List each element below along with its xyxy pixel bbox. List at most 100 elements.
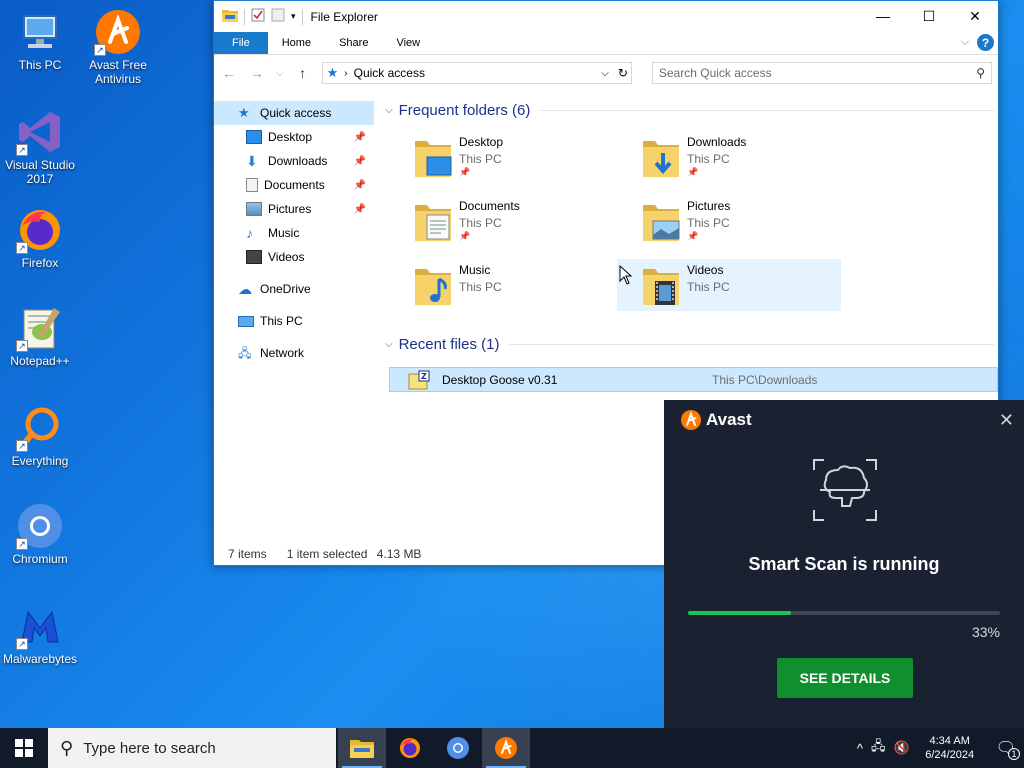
desktop-icon-label: This PC [18,58,62,72]
back-arrow-icon[interactable]: ← [220,65,238,81]
start-button[interactable] [0,728,48,768]
folder-name: Videos [687,263,724,277]
new-folder-icon[interactable] [271,8,285,25]
folder-tile-pictures[interactable]: Pictures This PC 📌 [637,195,861,247]
desktop-icon-visual-studio[interactable]: ↗ Visual Studio 2017 [0,108,80,186]
onedrive-cloud-icon: ☁ [238,281,252,297]
system-tray: ^ 🖧 🔇 4:34 AM 6/24/2024 🗨 1 [857,728,1024,768]
firefox-icon [400,738,420,758]
pin-icon: 📌 [687,231,699,241]
nav-item-documents[interactable]: Documents 📌 [214,173,374,197]
avast-logo-icon [681,410,701,430]
folder-tile-videos[interactable]: Videos This PC [617,259,841,311]
tab-home[interactable]: Home [268,32,325,54]
desktop-icon-firefox[interactable]: ↗ Firefox [0,206,80,270]
search-box[interactable]: Search Quick access ⚲ [651,62,992,84]
nav-item-videos[interactable]: Videos [214,245,374,269]
customize-toolbar-chevron-icon[interactable]: ▾ [291,11,296,22]
pin-icon: 📌 [353,131,366,143]
search-icon: ⚲ [976,66,985,80]
taskbar-avast[interactable] [482,728,530,768]
desktop-icon-everything[interactable]: ↗ Everything [0,404,80,468]
folder-name: Documents [459,199,520,213]
close-icon[interactable]: ✕ [999,410,1014,431]
collapse-chevron-icon[interactable]: ⌵ [385,105,393,116]
taskbar-search-input[interactable]: Type here to search [83,740,216,757]
tab-view[interactable]: View [382,32,434,54]
folder-tile-downloads[interactable]: Downloads This PC 📌 [637,131,861,183]
nav-item-downloads[interactable]: ⬇ Downloads 📌 [214,149,374,173]
collapse-chevron-icon[interactable]: ⌵ [385,339,393,350]
tab-share[interactable]: Share [325,32,382,54]
avast-header: Avast [664,400,1024,440]
nav-label: Network [260,346,305,360]
nav-item-desktop[interactable]: Desktop 📌 [214,125,374,149]
expand-ribbon-chevron-icon[interactable]: ⌵ [961,36,969,49]
desktop: This PC ↗ Avast Free Antivirus ↗ Visual … [0,0,1024,728]
see-details-button[interactable]: SEE DETAILS [777,658,913,698]
address-text[interactable]: Quick access [354,66,425,80]
pin-icon: 📌 [459,231,471,241]
taskbar-chromium[interactable] [434,728,482,768]
desktop-icon-this-pc[interactable]: This PC [0,8,80,72]
scan-progress-bar [688,611,1000,615]
group-title: Recent files (1) [398,335,500,353]
taskbar-clock[interactable]: 4:34 AM 6/24/2024 [918,734,982,762]
address-bar[interactable]: ★ › Quick access ⌵ ↻ [321,62,632,84]
nav-item-this-pc[interactable]: This PC [214,309,374,333]
desktop-icon-label: Visual Studio 2017 [5,158,75,186]
notification-center-icon[interactable]: 🗨 1 [996,738,1020,760]
taskbar-search-box[interactable]: ⚲ Type here to search [48,728,336,768]
pin-icon: 📌 [687,167,699,177]
up-arrow-icon[interactable]: ↑ [294,65,312,81]
address-dropdown-icon[interactable]: ⌵ [601,68,609,79]
folder-location: This PC [687,152,730,166]
downloads-arrow-icon: ⬇ [246,153,258,169]
breadcrumb-chevron-icon[interactable]: › [344,68,347,79]
volume-muted-icon[interactable]: 🔇 [894,740,910,756]
nav-item-quick-access[interactable]: ★ Quick access [214,101,374,125]
recent-file-row[interactable]: Z Desktop Goose v0.31 This PC\Downloads [389,367,998,392]
nav-item-onedrive[interactable]: ☁ OneDrive [214,277,374,301]
search-input[interactable]: Search Quick access [659,66,772,80]
help-icon[interactable]: ? [977,34,994,51]
close-button[interactable]: ✕ [952,1,998,31]
nav-label: Downloads [268,154,328,168]
frequent-folders-header[interactable]: ⌵ Frequent folders (6) [385,101,998,119]
properties-icon[interactable] [251,8,265,25]
title-bar[interactable]: ▾ File Explorer — ☐ ✕ [214,1,998,32]
tab-file[interactable]: File [214,32,268,54]
scan-progress-fill [688,611,791,615]
recent-locations-chevron-icon[interactable]: ⌵ [276,68,284,79]
shortcut-arrow-icon: ↗ [16,538,28,550]
nav-item-pictures[interactable]: Pictures 📌 [214,197,374,221]
group-title: Frequent folders (6) [398,101,531,119]
folder-name: Desktop [459,135,504,149]
network-icon[interactable]: 🖧 [871,737,886,759]
window-controls: — ☐ ✕ [860,1,998,31]
folder-icon[interactable] [222,8,238,25]
desktop-icon-notepadpp[interactable]: ↗ Notepad++ [0,304,80,368]
desktop-icon-chromium[interactable]: ↗ Chromium [0,502,80,566]
taskbar-firefox[interactable] [386,728,434,768]
recent-files-header[interactable]: ⌵ Recent files (1) [385,335,998,353]
shortcut-arrow-icon: ↗ [16,340,28,352]
desktop-icon-label: Chromium [12,552,68,566]
nav-item-music[interactable]: ♪ Music [214,221,374,245]
show-hidden-icons-chevron-icon[interactable]: ^ [857,741,863,756]
desktop-icon-malwarebytes[interactable]: ↗ Malwarebytes [0,602,80,666]
taskbar-file-explorer[interactable] [338,728,386,768]
folder-tile-desktop[interactable]: Desktop This PC 📌 [409,131,633,183]
folder-tile-music[interactable]: Music This PC [409,259,633,311]
network-icon: 🖧 [238,346,252,360]
forward-arrow-icon[interactable]: → [248,65,266,81]
desktop-icon-avast[interactable]: ↗ Avast Free Antivirus [78,8,158,86]
nav-item-network[interactable]: 🖧 Network [214,341,374,365]
videos-folder-icon [641,265,681,307]
folder-tile-documents[interactable]: Documents This PC 📌 [409,195,633,247]
maximize-button[interactable]: ☐ [906,1,952,31]
desktop-folder-icon [413,137,453,179]
pictures-icon [246,202,262,216]
minimize-button[interactable]: — [860,1,906,31]
refresh-icon[interactable]: ↻ [618,66,628,80]
